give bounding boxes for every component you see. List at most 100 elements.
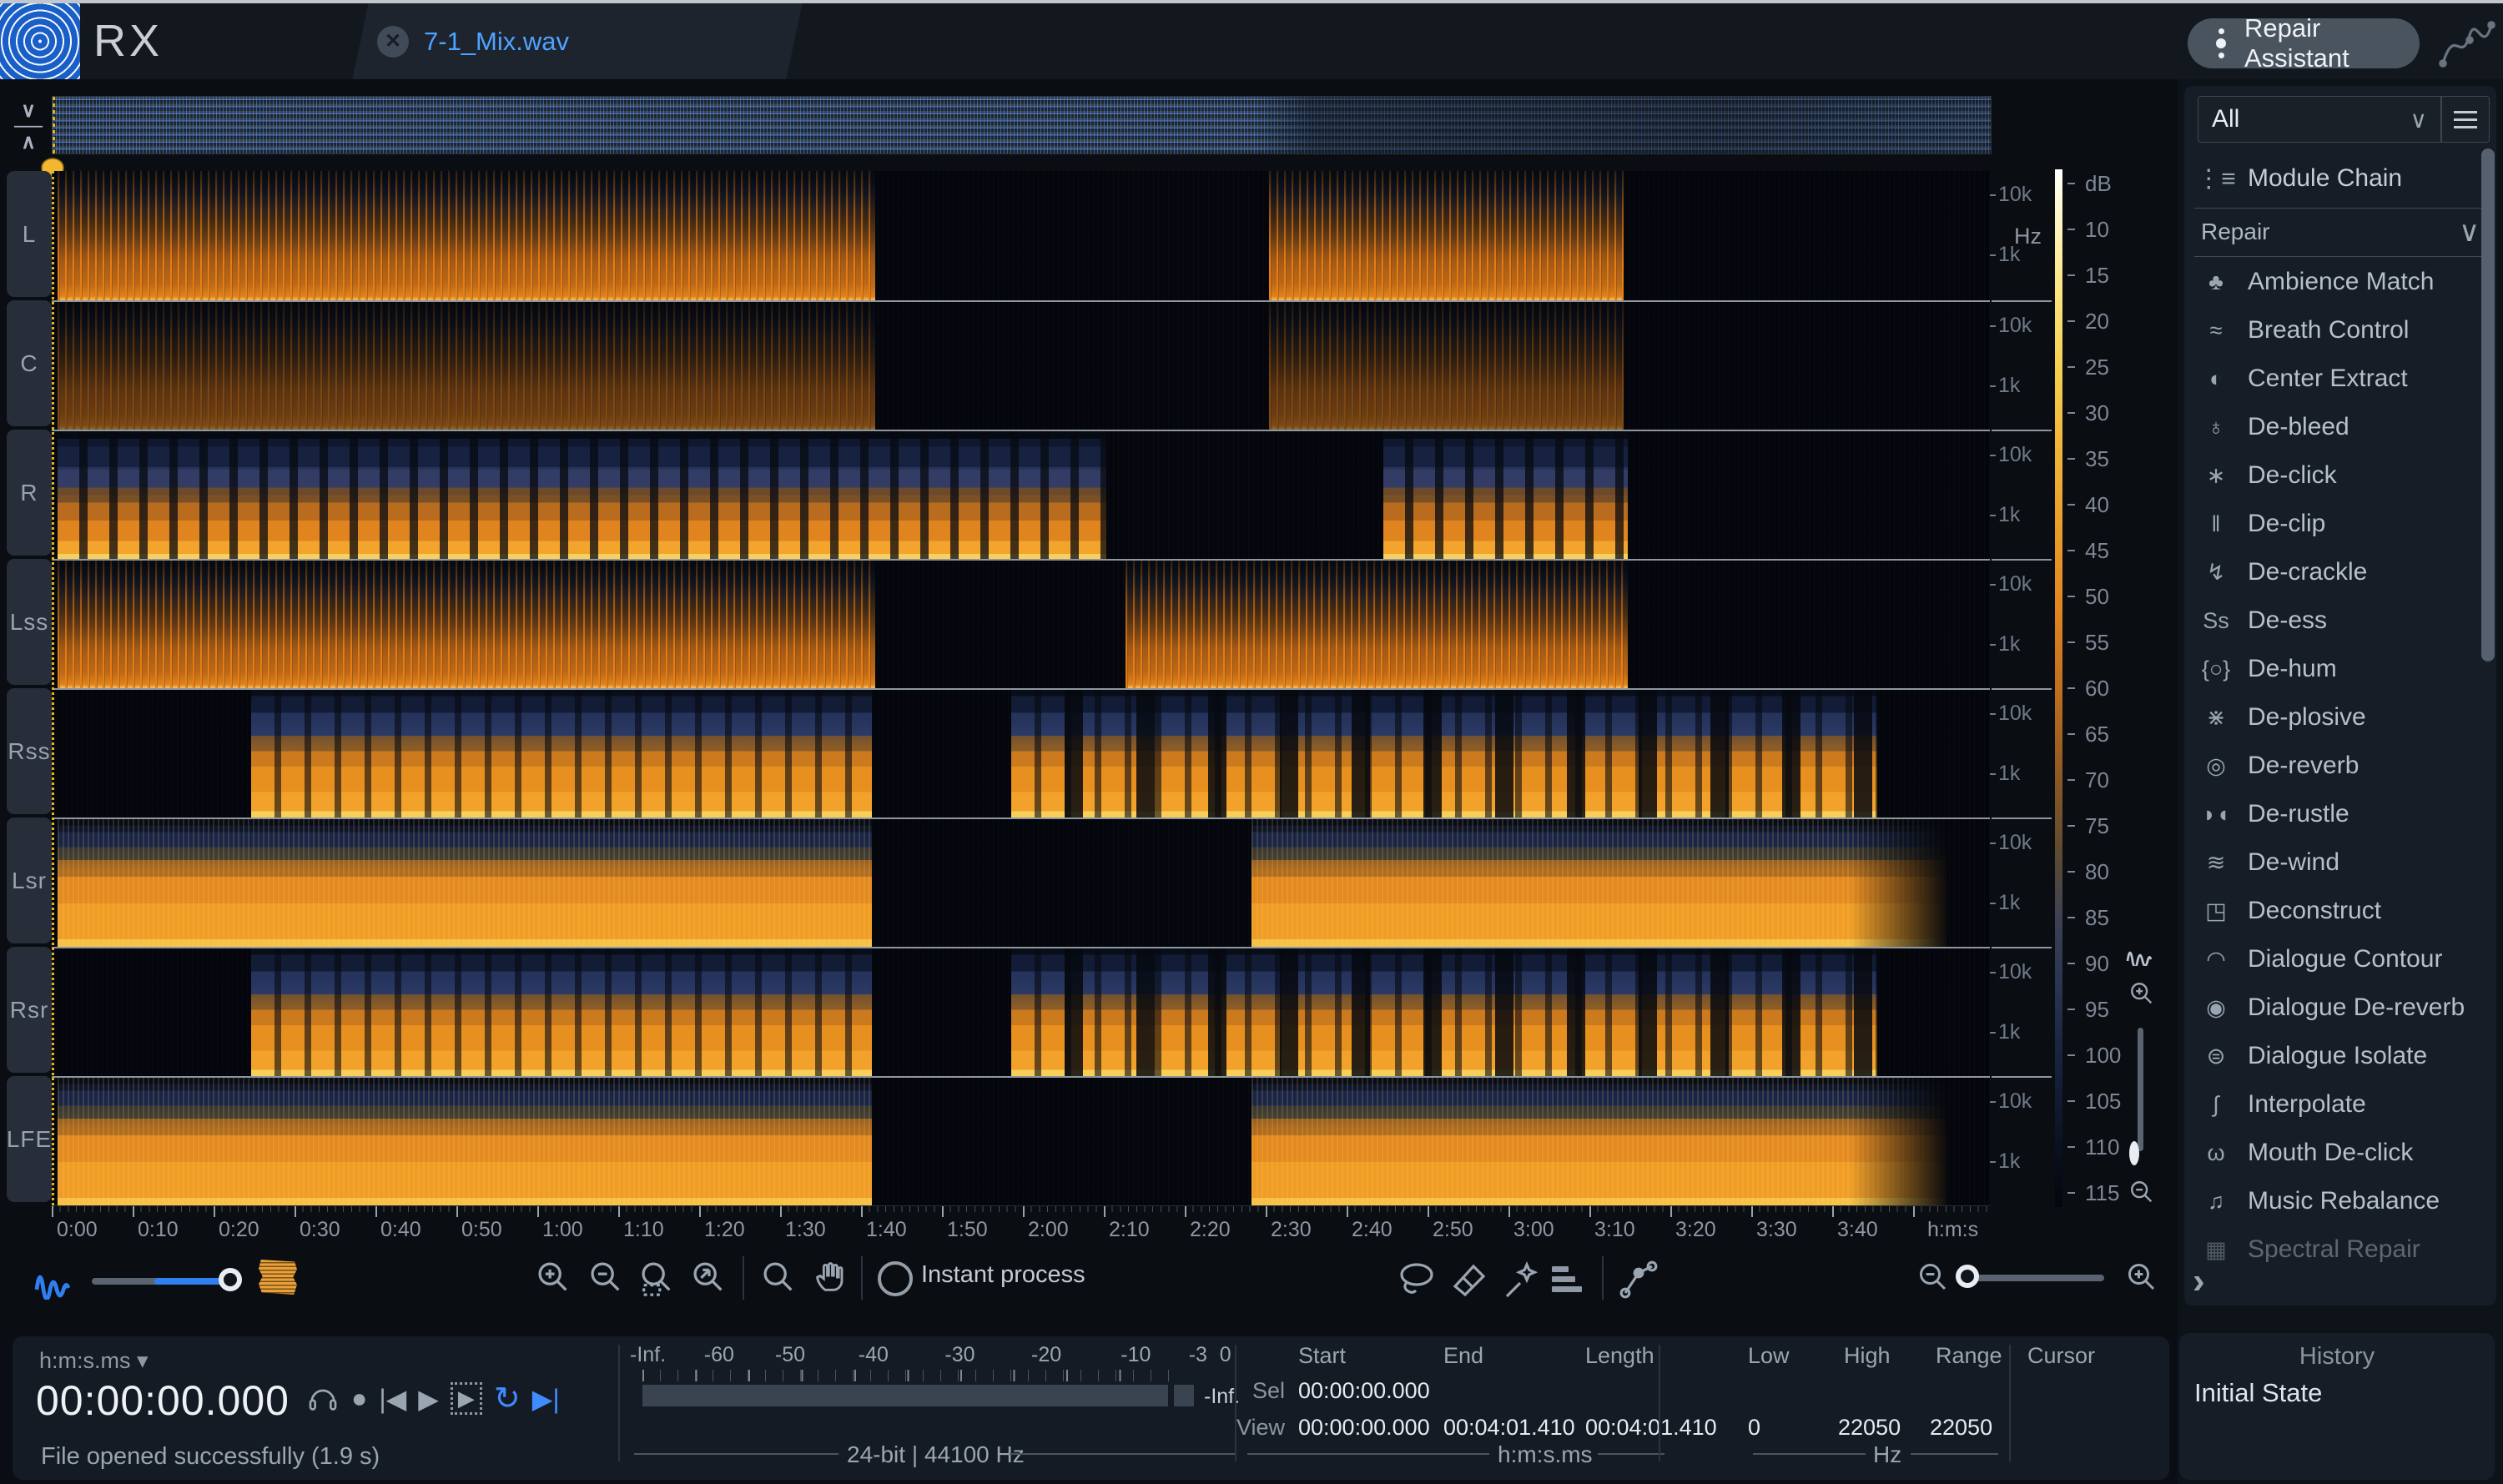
module-item[interactable]: ↯ De-crackle bbox=[2184, 548, 2496, 596]
module-item[interactable]: ◠ Dialogue Contour bbox=[2184, 935, 2496, 983]
module-item[interactable]: ∫ Interpolate bbox=[2184, 1080, 2496, 1129]
channel-label[interactable]: Lsr bbox=[7, 817, 52, 943]
record-button[interactable]: ● bbox=[351, 1383, 367, 1414]
module-filter-select[interactable]: All ∨ bbox=[2198, 96, 2441, 143]
spectrogram-row-Rss[interactable] bbox=[52, 688, 1990, 817]
category-label: Repair bbox=[2201, 219, 2269, 245]
db-tick: 110 bbox=[2067, 1134, 2134, 1160]
vertical-zoom-slider[interactable] bbox=[2138, 1028, 2143, 1151]
lasso-selection-tool[interactable] bbox=[1395, 1258, 1438, 1301]
waveform-toggle-icon[interactable] bbox=[32, 1260, 75, 1300]
vertical-zoom-out-icon[interactable] bbox=[2128, 1178, 2156, 1210]
signal-flow-icon[interactable] bbox=[2438, 18, 2496, 73]
view-low-value[interactable]: 0 bbox=[1748, 1415, 1760, 1441]
module-item[interactable]: ∗ De-click bbox=[2184, 451, 2496, 500]
h-zoom-knob[interactable] bbox=[1956, 1265, 1979, 1288]
play-to-end-button[interactable]: ▶| bbox=[532, 1383, 560, 1415]
module-item[interactable]: ◉ Dialogue De-reverb bbox=[2184, 983, 2496, 1032]
collapse-panel-button[interactable]: › bbox=[2193, 1260, 2293, 1302]
toolbar-divider bbox=[1602, 1256, 1604, 1300]
module-item[interactable]: ◳ Deconstruct bbox=[2184, 887, 2496, 935]
loop-button[interactable]: ↻ bbox=[494, 1380, 521, 1417]
spectrogram-row-Lsr[interactable] bbox=[52, 817, 1990, 947]
sel-start-value[interactable]: 00:00:00.000 bbox=[1298, 1378, 1430, 1404]
module-label: De-rustle bbox=[2248, 800, 2349, 828]
zoom-out-icon[interactable] bbox=[587, 1258, 625, 1296]
instant-process-toggle[interactable] bbox=[878, 1261, 913, 1296]
go-to-start-button[interactable]: |◀ bbox=[379, 1383, 406, 1415]
module-item[interactable]: ◐ Center Extract bbox=[2184, 355, 2496, 403]
panel-scrollbar[interactable] bbox=[2481, 148, 2495, 662]
h-zoom-out-icon[interactable] bbox=[1916, 1260, 1951, 1295]
signal-chain-icon[interactable] bbox=[1617, 1258, 1660, 1301]
vertical-zoom-in-icon[interactable] bbox=[2128, 979, 2156, 1012]
channel-label[interactable]: C bbox=[7, 300, 52, 426]
playhead-time-display[interactable]: 00:00:00.000 bbox=[36, 1376, 290, 1425]
spectrogram-row-Lss[interactable] bbox=[52, 559, 1990, 688]
brush-selection-tool[interactable] bbox=[1448, 1258, 1492, 1301]
view-end-value[interactable]: 00:04:01.410 bbox=[1443, 1415, 1575, 1441]
module-item[interactable]: ≈ Breath Control bbox=[2184, 306, 2496, 355]
channel-label[interactable]: Lss bbox=[7, 559, 52, 685]
waveform-view-icon[interactable] bbox=[2124, 941, 2158, 970]
channel-label[interactable]: Rss bbox=[7, 688, 52, 814]
module-item[interactable]: ‖ De-clip bbox=[2184, 500, 2496, 548]
time-ruler[interactable]: 0:000:100:200:300:400:501:001:101:201:30… bbox=[52, 1206, 1990, 1245]
monitor-icon[interactable] bbox=[306, 1382, 340, 1416]
play-selection-button[interactable]: ▶ bbox=[451, 1382, 482, 1415]
spectrogram-row-LFE[interactable] bbox=[52, 1076, 1990, 1205]
spectrogram-row-L[interactable] bbox=[52, 171, 1990, 300]
play-button[interactable]: ▶ bbox=[418, 1383, 439, 1415]
panel-menu-button[interactable] bbox=[2441, 96, 2490, 143]
channel-label[interactable]: Rsr bbox=[7, 947, 52, 1073]
module-item[interactable]: ♁ De-bleed bbox=[2184, 403, 2496, 451]
zoom-fit-icon[interactable] bbox=[689, 1258, 728, 1296]
vertical-zoom-knob[interactable] bbox=[2129, 1146, 2139, 1161]
module-item[interactable]: Ss De-ess bbox=[2184, 596, 2496, 645]
module-item[interactable]: {○} De-hum bbox=[2184, 645, 2496, 693]
module-item[interactable]: ◎ De-reverb bbox=[2184, 742, 2496, 790]
view-start-value[interactable]: 00:00:00.000 bbox=[1298, 1415, 1430, 1441]
view-length-value[interactable]: 00:04:01.410 bbox=[1585, 1415, 1717, 1441]
channel-label[interactable]: R bbox=[7, 430, 52, 556]
module-item[interactable]: ♫ Music Rebalance bbox=[2184, 1177, 2496, 1225]
spectrogram-display[interactable] bbox=[52, 171, 1990, 1206]
wave-spect-blend-knob[interactable] bbox=[219, 1268, 242, 1291]
h-zoom-slider[interactable] bbox=[1962, 1275, 2104, 1281]
col-header-high: High bbox=[1844, 1343, 1891, 1369]
module-item[interactable]: ⋇ De-plosive bbox=[2184, 693, 2496, 742]
channel-label[interactable]: L bbox=[7, 171, 52, 297]
h-zoom-in-icon[interactable] bbox=[2124, 1260, 2159, 1295]
time-tick-label: 2:30 bbox=[1271, 1218, 1312, 1242]
module-item[interactable]: ♣ Ambience Match bbox=[2184, 258, 2496, 306]
file-tab-content[interactable]: ✕ 7-1_Mix.wav bbox=[377, 3, 794, 79]
zoom-selection-icon[interactable] bbox=[637, 1258, 676, 1296]
spectrogram-row-Rsr[interactable] bbox=[52, 947, 1990, 1076]
view-high-value[interactable]: 22050 bbox=[1838, 1415, 1901, 1441]
history-entry[interactable]: Initial State bbox=[2194, 1378, 2322, 1408]
spectrogram-toggle-icon[interactable] bbox=[259, 1260, 297, 1295]
tab-filename[interactable]: 7-1_Mix.wav bbox=[424, 27, 569, 57]
category-header-repair[interactable]: Repair ∨ bbox=[2184, 209, 2496, 254]
magnify-tool-icon[interactable] bbox=[759, 1258, 798, 1296]
module-chain-item[interactable]: ⋮≡ Module Chain bbox=[2184, 154, 2496, 203]
spectrogram-row-R[interactable] bbox=[52, 430, 1990, 559]
magic-wand-tool[interactable] bbox=[1500, 1258, 1544, 1301]
adjust-levels-tool[interactable] bbox=[1552, 1266, 1582, 1292]
view-range-value[interactable]: 22050 bbox=[1930, 1415, 1992, 1441]
module-item[interactable]: ◗◖ De-rustle bbox=[2184, 790, 2496, 838]
tab-close-icon[interactable]: ✕ bbox=[377, 26, 409, 58]
overview-minimap[interactable] bbox=[52, 96, 1992, 154]
module-item[interactable]: ≋ De-wind bbox=[2184, 838, 2496, 887]
meter-clip-indicator[interactable] bbox=[1174, 1385, 1194, 1406]
collapse-overview-icon[interactable]: ∨──∧ bbox=[10, 98, 47, 153]
repair-assistant-button[interactable]: Repair Assistant bbox=[2188, 18, 2420, 68]
hand-tool-icon[interactable] bbox=[811, 1258, 849, 1296]
spectrogram-row-C[interactable] bbox=[52, 300, 1990, 430]
module-item[interactable]: ⊜ Dialogue Isolate bbox=[2184, 1032, 2496, 1080]
channel-label[interactable]: LFE bbox=[7, 1076, 52, 1202]
zoom-in-icon[interactable] bbox=[534, 1258, 572, 1296]
module-icon: ∗ bbox=[2184, 463, 2248, 489]
time-format-selector[interactable]: h:m:s.ms ▾ bbox=[39, 1348, 149, 1374]
module-item[interactable]: ω Mouth De-click bbox=[2184, 1129, 2496, 1177]
